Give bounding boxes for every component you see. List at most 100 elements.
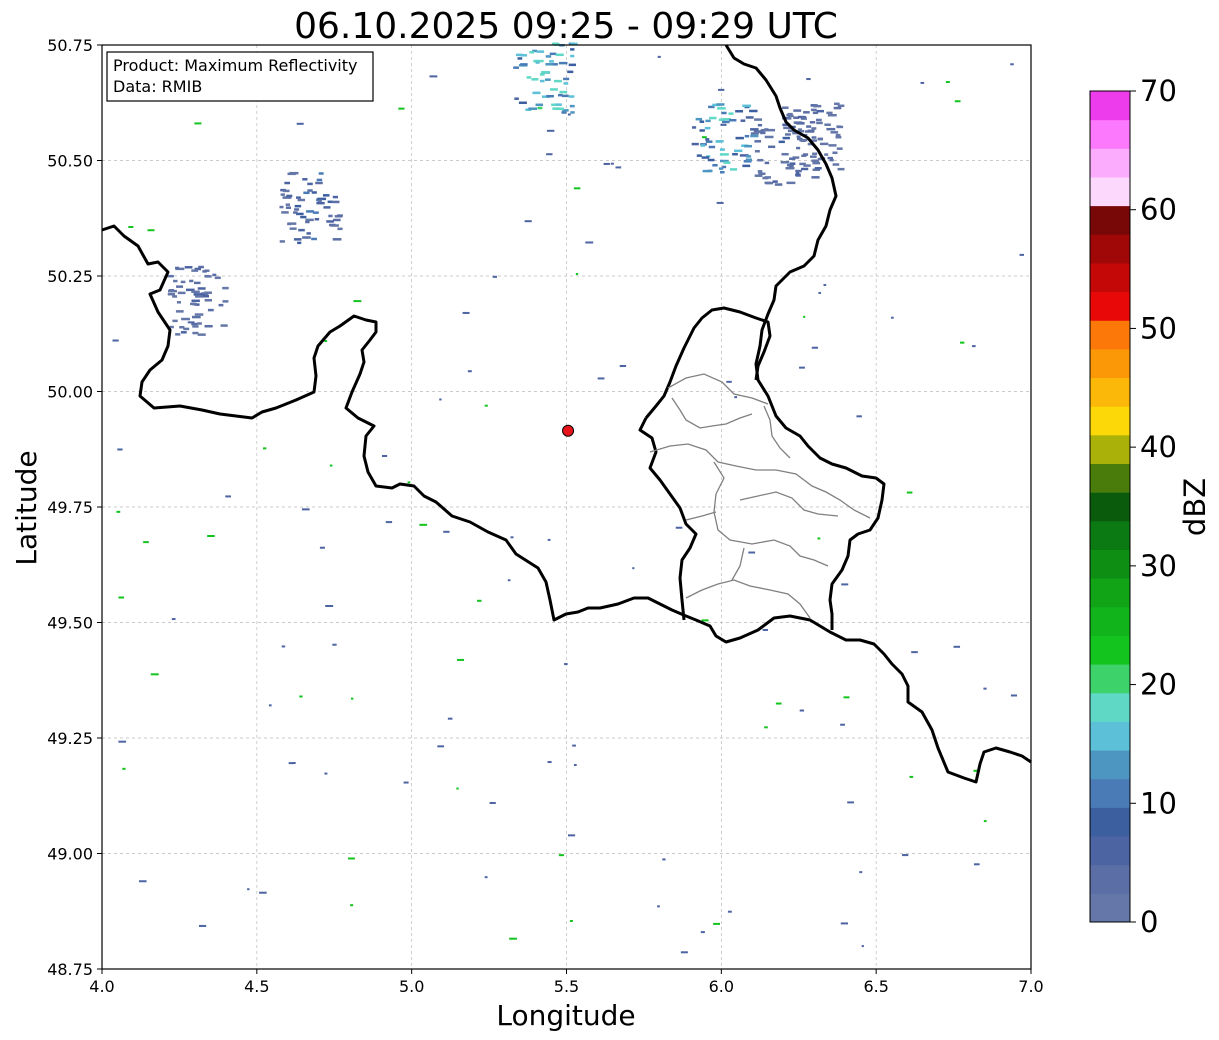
- y-tick-label: 49.50: [47, 614, 93, 633]
- echo-pixel: [823, 283, 827, 286]
- echo-pixel: [220, 324, 228, 327]
- echo-pixel: [187, 321, 195, 324]
- echo-pixel: [835, 136, 842, 139]
- echo-pixel: [801, 115, 807, 119]
- echo-pixel: [306, 232, 311, 235]
- echo-pixel: [286, 194, 293, 198]
- echo-pixel: [139, 880, 147, 883]
- echo-pixel: [122, 767, 126, 770]
- echo-pixel: [782, 136, 790, 140]
- echo-pixel: [764, 181, 771, 185]
- echo-pixel: [748, 551, 756, 554]
- echo-pixel: [754, 149, 760, 153]
- colorbar-segment: [1090, 377, 1130, 407]
- echo-pixel: [567, 834, 576, 837]
- colorbar-segment: [1090, 463, 1130, 493]
- echo-pixel: [784, 133, 791, 136]
- echo-pixel: [549, 60, 554, 63]
- echo-pixel: [204, 324, 213, 328]
- echo-pixel: [983, 687, 987, 690]
- echo-pixel: [718, 118, 725, 121]
- echo-pixel: [734, 396, 738, 399]
- echo-pixel: [573, 187, 581, 190]
- echo-pixel: [811, 136, 817, 139]
- echo-pixel: [332, 643, 337, 646]
- echo-pixel: [541, 71, 550, 74]
- echo-pixel: [750, 134, 759, 138]
- echo-pixel: [555, 53, 564, 57]
- echo-pixel: [467, 370, 472, 373]
- echo-pixel: [194, 313, 204, 316]
- echo-pixel: [749, 109, 758, 113]
- y-tick-label: 50.00: [47, 383, 93, 402]
- echo-pixel: [953, 645, 961, 648]
- echo-pixel: [194, 122, 202, 125]
- echo-pixel: [193, 281, 201, 285]
- echo-pixel: [168, 289, 177, 293]
- echo-pixel: [510, 536, 514, 539]
- echo-pixel: [603, 162, 610, 165]
- echo-pixel: [754, 174, 763, 177]
- echo-pixel: [456, 787, 459, 790]
- echo-pixel: [303, 191, 310, 195]
- y-tick-label: 50.75: [47, 36, 93, 55]
- echo-pixel: [247, 888, 250, 891]
- echo-pixel: [398, 107, 405, 110]
- echo-pixel: [836, 125, 841, 128]
- echo-pixel: [348, 857, 355, 860]
- y-tick-label: 49.75: [47, 498, 93, 517]
- echo-pixel: [524, 220, 532, 223]
- echo-pixel: [457, 658, 465, 661]
- echo-pixel: [323, 206, 331, 209]
- echo-pixel: [176, 285, 184, 288]
- colorbar-segment: [1090, 635, 1130, 665]
- echo-pixel: [306, 210, 314, 213]
- echo-pixel: [489, 801, 496, 804]
- echo-pixel: [615, 166, 622, 169]
- echo-pixel: [328, 214, 333, 218]
- echo-pixel: [197, 333, 206, 336]
- echo-pixel: [331, 200, 340, 204]
- echo-pixel: [720, 170, 725, 174]
- colorbar-tick-label: 40: [1140, 430, 1177, 464]
- colorbar-tick-label: 0: [1140, 905, 1158, 939]
- echo-pixel: [745, 155, 752, 158]
- echo-pixel: [567, 70, 574, 74]
- echo-pixel: [717, 107, 726, 110]
- info-data: Data: RMIB: [113, 77, 202, 96]
- echo-pixel: [381, 454, 388, 457]
- echo-pixel: [307, 189, 313, 192]
- echo-pixel: [544, 78, 551, 81]
- echo-pixel: [549, 52, 557, 56]
- echo-pixel: [192, 331, 199, 335]
- echo-pixel: [830, 131, 839, 134]
- colorbar-segment: [1090, 520, 1130, 550]
- echo-pixel: [528, 107, 538, 110]
- echo-pixel: [800, 139, 806, 143]
- echo-pixel: [719, 153, 729, 156]
- echo-pixel: [803, 164, 811, 167]
- echo-pixel: [184, 266, 193, 269]
- echo-pixel: [764, 128, 769, 131]
- echo-pixel: [116, 510, 121, 513]
- radar-figure: 06.10.2025 09:25 - 09:29 UTC 4.0 4.5 5.0 5.…: [10, 6, 1212, 1032]
- colorbar-tick-label: 30: [1140, 549, 1177, 583]
- echo-pixel: [563, 77, 570, 81]
- echo-pixel: [547, 538, 551, 541]
- echo-pixel: [824, 123, 831, 126]
- echo-pixel: [316, 201, 325, 205]
- echo-pixel: [561, 94, 569, 98]
- echo-pixel: [287, 172, 296, 176]
- echo-pixel: [300, 215, 307, 219]
- echo-pixel: [729, 168, 738, 171]
- echo-pixel: [263, 447, 267, 450]
- echo-pixel: [546, 94, 554, 98]
- echo-pixel: [575, 272, 579, 275]
- echo-pixel: [775, 702, 782, 705]
- echo-pixel: [920, 81, 925, 84]
- echo-pixel: [222, 300, 229, 303]
- echo-pixel: [439, 398, 442, 401]
- echo-pixel: [735, 136, 744, 140]
- echo-pixel: [173, 279, 178, 283]
- colorbar-segment: [1090, 549, 1130, 579]
